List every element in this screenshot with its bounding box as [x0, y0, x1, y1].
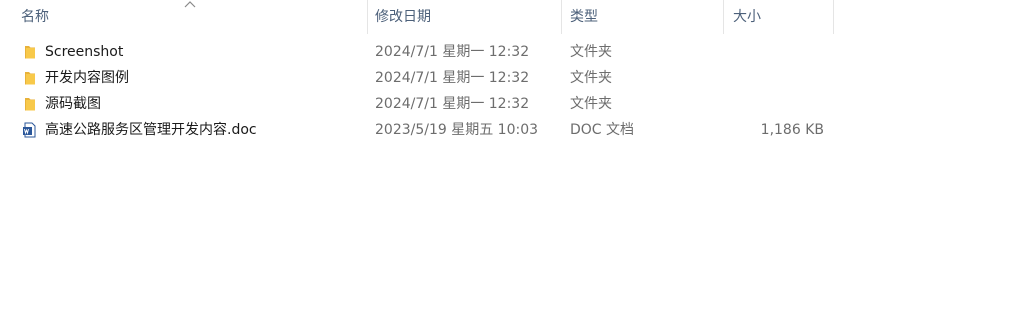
file-type: 文件夹 — [570, 44, 612, 60]
file-row-screenshot[interactable]: Screenshot 2024/7/1 星期一 12:32 文件夹 — [0, 39, 834, 65]
file-name: 开发内容图例 — [45, 70, 129, 86]
file-date-modified: 2024/7/1 星期一 12:32 — [375, 44, 530, 60]
column-header-date-label: 修改日期 — [375, 9, 431, 25]
column-header-name[interactable]: 名称 — [0, 0, 368, 34]
file-row-source-screenshots[interactable]: 源码截图 2024/7/1 星期一 12:32 文件夹 — [0, 91, 834, 117]
file-explorer-list: 名称 修改日期 类型 大小 Screenshot 2024/7/1 星期一 12… — [0, 0, 1024, 311]
file-size — [724, 65, 824, 91]
file-size — [724, 91, 824, 117]
file-date-modified: 2024/7/1 星期一 12:32 — [375, 96, 530, 112]
column-header-date-modified[interactable]: 修改日期 — [368, 0, 562, 34]
file-type: 文件夹 — [570, 96, 612, 112]
word-document-icon — [23, 122, 36, 138]
column-header-type[interactable]: 类型 — [562, 0, 724, 34]
column-header-name-label: 名称 — [21, 9, 49, 25]
file-date-modified: 2023/5/19 星期五 10:03 — [375, 122, 539, 138]
file-size: 1,186 KB — [760, 122, 824, 138]
folder-icon — [25, 72, 35, 85]
column-header-row: 名称 修改日期 类型 大小 — [0, 0, 1024, 34]
file-row-doc[interactable]: 高速公路服务区管理开发内容.doc 2023/5/19 星期五 10:03 DO… — [0, 117, 834, 143]
file-name: 源码截图 — [45, 96, 101, 112]
folder-icon — [25, 46, 35, 59]
column-header-size-label: 大小 — [733, 9, 761, 25]
file-list: Screenshot 2024/7/1 星期一 12:32 文件夹 开发内容图例… — [0, 39, 1024, 143]
file-type: 文件夹 — [570, 70, 612, 86]
file-name: Screenshot — [45, 44, 124, 60]
file-type: DOC 文档 — [570, 122, 635, 138]
column-header-type-label: 类型 — [570, 9, 598, 25]
folder-icon — [25, 98, 35, 111]
file-row-dev-content-legend[interactable]: 开发内容图例 2024/7/1 星期一 12:32 文件夹 — [0, 65, 834, 91]
file-name: 高速公路服务区管理开发内容.doc — [45, 122, 257, 138]
file-date-modified: 2024/7/1 星期一 12:32 — [375, 70, 530, 86]
column-header-size[interactable]: 大小 — [724, 0, 834, 34]
file-size — [724, 39, 824, 65]
